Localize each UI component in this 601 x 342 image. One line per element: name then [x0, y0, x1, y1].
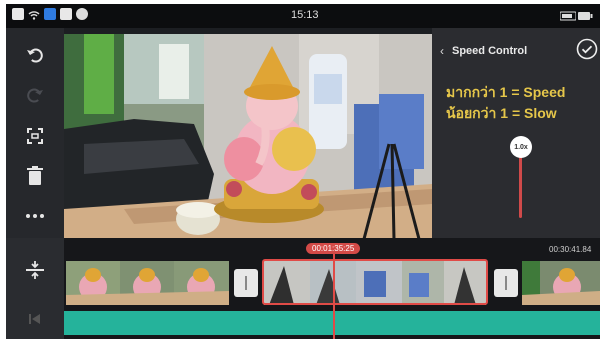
video-clip[interactable] [522, 261, 600, 305]
status-circle-icon [76, 8, 88, 20]
skip-back-icon [29, 314, 40, 324]
transition-icon [505, 276, 507, 290]
trash-icon [27, 166, 43, 185]
timeline-tools [6, 238, 64, 339]
transition-icon [245, 276, 247, 290]
audio-track[interactable] [64, 311, 600, 335]
more-button[interactable] [21, 202, 49, 230]
timeline: 00:01:35:25 00:30:41.84 [6, 238, 600, 339]
status-bar: 15:13 [6, 4, 600, 28]
delete-button[interactable] [21, 162, 49, 190]
more-icon [26, 214, 44, 218]
speed-control-panel: ‹ Speed Control มากกว่า 1 = Speed น้อยกว… [432, 28, 600, 238]
transition-button[interactable] [234, 269, 258, 297]
checkmark-circle-icon [576, 38, 598, 60]
crop-button[interactable] [21, 122, 49, 150]
confirm-button[interactable] [576, 38, 598, 65]
preview-frame-image [64, 34, 432, 239]
undo-button[interactable] [21, 42, 49, 70]
speed-panel-header: ‹ Speed Control [432, 34, 600, 66]
signal-icon [559, 9, 577, 21]
notification-icon [12, 8, 24, 20]
redo-button[interactable] [21, 82, 49, 110]
clip-thumbnails [522, 261, 600, 305]
speed-panel-title: Speed Control [452, 45, 528, 57]
redo-icon [27, 88, 43, 103]
speed-annotation-line1: มากกว่า 1 = Speed [446, 84, 566, 100]
speed-annotation-line2: น้อยกว่า 1 = Slow [446, 105, 557, 121]
transition-button[interactable] [494, 269, 518, 297]
app-notification-icon [44, 8, 56, 20]
total-duration: 00:30:41.84 [549, 245, 592, 254]
split-icon [26, 261, 44, 279]
split-button[interactable] [21, 256, 49, 284]
clip-thumbnails [66, 261, 229, 305]
video-preview[interactable] [64, 34, 432, 239]
back-icon[interactable]: ‹ [440, 44, 444, 58]
current-timecode: 00:01:35:25 [306, 243, 361, 254]
speed-slider-knob[interactable]: 1.0x [510, 136, 532, 158]
playhead[interactable] [333, 254, 335, 339]
left-toolbar [6, 28, 64, 238]
clip-selection-border [262, 259, 488, 305]
battery-icon [578, 9, 593, 21]
undo-icon [27, 48, 43, 63]
app-window: 15:13 ‹ Speed Control มากกว่า 1 = Speed … [6, 4, 600, 339]
wifi-icon [28, 8, 40, 20]
video-clip[interactable] [66, 261, 229, 305]
rewind-button[interactable] [24, 308, 46, 330]
status-time: 15:13 [291, 9, 319, 21]
mail-icon [60, 8, 72, 20]
crop-icon [27, 128, 43, 144]
